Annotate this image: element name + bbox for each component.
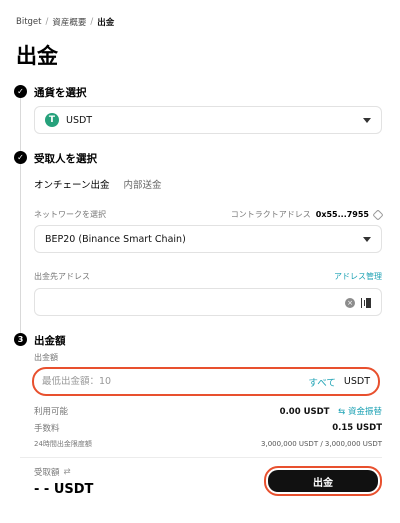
clear-icon[interactable]: × [345, 298, 355, 308]
divider [20, 457, 382, 458]
receive-label: 受取額 ⇄ [34, 466, 71, 478]
swap-icon[interactable]: ⇄ [64, 467, 71, 477]
transfer-link[interactable]: ⇆ 資金振替 [338, 407, 382, 417]
address-input-box[interactable]: × [34, 288, 382, 316]
address-label: 出金先アドレス [34, 272, 90, 281]
scan-icon[interactable] [361, 298, 371, 308]
page-title: 出金 [16, 44, 58, 68]
fee-row: 手数料 0.15 USDT [34, 422, 382, 434]
contract-value: 0x55...7955 [315, 210, 369, 219]
breadcrumb-current: 出金 [97, 18, 115, 28]
all-button[interactable]: すべて [308, 375, 335, 389]
timeline-connector [20, 163, 21, 335]
limit-value: 3,000,000 USDT / 3,000,000 USDT [261, 440, 382, 448]
network-label: ネットワークを選択 [34, 210, 106, 219]
available-row: 利用可能 0.00 USDT ⇆ 資金振替 [34, 405, 382, 417]
amount-input[interactable] [42, 376, 309, 387]
contract-label: コントラクトアドレス [230, 210, 311, 219]
breadcrumb-assets[interactable]: 資産概要 [52, 16, 86, 28]
submit-highlight: 出金 [264, 466, 382, 496]
tab-onchain[interactable]: オンチェーン出金 [34, 177, 110, 195]
limit-row: 24時間出金限度額 3,000,000 USDT / 3,000,000 USD… [34, 439, 382, 449]
link-icon[interactable] [372, 208, 384, 221]
withdraw-button[interactable]: 出金 [268, 470, 378, 492]
step-1-title: 通貨を選択 [34, 87, 87, 99]
step-1-check-icon: ✓ [14, 85, 27, 98]
fee-label: 手数料 [34, 424, 60, 434]
receive-label-text: 受取額 [34, 468, 60, 478]
available-value: 0.00 USDT [279, 407, 330, 417]
available-label: 利用可能 [34, 407, 69, 417]
network-select-value: BEP20 (Binance Smart Chain) [45, 233, 186, 245]
chevron-down-icon [363, 237, 371, 242]
amount-label: 出金額 [34, 353, 58, 362]
coin-select[interactable]: T USDT [34, 106, 382, 134]
contract-address: コントラクトアドレス 0x55...7955 [230, 208, 384, 221]
chevron-down-icon [363, 118, 371, 123]
network-select[interactable]: BEP20 (Binance Smart Chain) [34, 225, 382, 253]
limit-label: 24時間出金限度額 [34, 440, 92, 448]
step-3-title: 出金額 [34, 335, 66, 347]
tab-internal[interactable]: 内部送金 [124, 177, 162, 195]
receive-value: - - USDT [34, 482, 94, 497]
coin-select-value: USDT [66, 114, 93, 126]
timeline-connector [20, 98, 21, 154]
recipient-tabs: オンチェーン出金 内部送金 [34, 177, 162, 195]
breadcrumb-separator: / [45, 17, 49, 27]
breadcrumb-root[interactable]: Bitget [16, 17, 41, 27]
step-3-badge: 3 [14, 333, 27, 346]
breadcrumb: Bitget / 資産概要 / 出金 [16, 16, 114, 28]
step-2-check-icon: ✓ [14, 151, 27, 164]
amount-unit: USDT [343, 376, 370, 387]
address-book-link[interactable]: アドレス管理 [334, 271, 382, 282]
usdt-icon: T [45, 113, 59, 127]
breadcrumb-separator: / [90, 17, 94, 27]
fee-value: 0.15 USDT [332, 423, 382, 433]
step-2-title: 受取人を選択 [34, 153, 97, 165]
amount-field[interactable]: すべて USDT [32, 367, 380, 396]
